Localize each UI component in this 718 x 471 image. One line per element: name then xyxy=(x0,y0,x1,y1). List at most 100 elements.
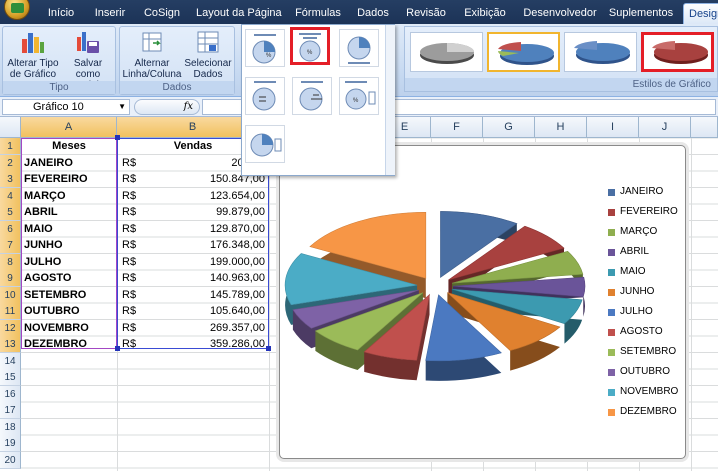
row-header[interactable]: 19 xyxy=(0,435,21,452)
row-header[interactable]: 7 xyxy=(0,237,21,254)
row-header[interactable]: 16 xyxy=(0,385,21,403)
row-header[interactable]: 11 xyxy=(0,303,21,320)
svg-text:%: % xyxy=(307,50,313,56)
row-header[interactable]: 9 xyxy=(0,270,21,287)
tab-dados[interactable]: Dados xyxy=(354,3,392,24)
pie-chart-plot[interactable] xyxy=(280,146,610,446)
row-header[interactable]: 12 xyxy=(0,319,21,337)
tab-revisao[interactable]: Revisão xyxy=(405,3,447,24)
name-box[interactable]: Gráfico 10 ▼ xyxy=(2,99,130,115)
col-header-a[interactable]: A xyxy=(21,117,117,138)
row-header[interactable]: 5 xyxy=(0,204,21,221)
legend-item-agosto[interactable]: AGOSTO xyxy=(608,326,684,346)
ribbon-tab-bar: Início Inserir CoSign Layout da Página F… xyxy=(0,0,718,24)
legend-item-junho[interactable]: JUNHO xyxy=(608,286,684,306)
legend-key xyxy=(608,209,615,216)
tab-design[interactable]: Design xyxy=(683,3,718,24)
chevron-down-icon[interactable]: ▼ xyxy=(118,100,126,114)
col-header-j[interactable]: J xyxy=(639,117,691,138)
row-header[interactable]: 17 xyxy=(0,402,21,419)
tab-layout-da-pagina[interactable]: Layout da Página xyxy=(196,3,282,24)
chart-area[interactable]: JANEIRO FEVEREIRO MARÇO ABRIL MAIO JUNHO JULHO… xyxy=(279,145,686,459)
legend-label: SETEMBRO xyxy=(620,346,677,357)
legend-key xyxy=(608,229,615,236)
legend-label: FEVEREIRO xyxy=(620,206,678,217)
col-header-k[interactable] xyxy=(691,117,718,138)
legend-label: MAIO xyxy=(620,266,646,277)
tab-desenvolvedor[interactable]: Desenvolvedor xyxy=(522,3,598,24)
layout-option-4[interactable] xyxy=(245,77,285,115)
row-header[interactable]: 6 xyxy=(0,220,21,238)
range-handle[interactable] xyxy=(115,135,120,140)
legend-item-janeiro[interactable]: JANEIRO xyxy=(608,186,684,206)
col-header-f[interactable]: F xyxy=(431,117,483,138)
tab-suplementos[interactable]: Suplementos xyxy=(608,3,674,24)
row-header[interactable]: 18 xyxy=(0,418,21,436)
col-header-i[interactable]: I xyxy=(587,117,639,138)
legend-item-dezembro[interactable]: DEZEMBRO xyxy=(608,406,684,426)
row-header[interactable]: 10 xyxy=(0,286,21,304)
tab-inicio[interactable]: Início xyxy=(44,3,78,24)
range-handle[interactable] xyxy=(115,346,120,351)
gridline xyxy=(269,138,270,471)
tab-exibicao[interactable]: Exibição xyxy=(461,3,509,24)
legend-item-julho[interactable]: JULHO xyxy=(608,306,684,326)
insert-function-button[interactable]: fx xyxy=(134,99,200,115)
legend-key xyxy=(608,189,615,196)
row-header[interactable]: 15 xyxy=(0,369,21,386)
legend-label: NOVEMBRO xyxy=(620,386,679,397)
select-data-button[interactable]: Selecionar Dados xyxy=(182,29,234,80)
change-chart-type-button[interactable]: Alterar Tipo de Gráfico xyxy=(6,29,60,80)
layout-option-3[interactable] xyxy=(339,29,379,67)
chart-legend[interactable]: JANEIRO FEVEREIRO MARÇO ABRIL MAIO JUNHO JULHO… xyxy=(608,186,684,426)
switch-row-column-icon xyxy=(139,29,165,55)
switch-row-column-button[interactable]: Alternar Linha/Coluna xyxy=(122,29,182,80)
chart-layout-gallery[interactable]: % % % xyxy=(241,24,395,176)
chart-style-3[interactable] xyxy=(564,32,637,72)
col-header-h[interactable]: H xyxy=(535,117,587,138)
layout-option-5[interactable] xyxy=(292,77,332,115)
chart-style-1[interactable] xyxy=(410,32,483,72)
row-header[interactable]: 2 xyxy=(0,154,21,172)
col-header-g[interactable]: G xyxy=(483,117,535,138)
switch-row-column-label: Alternar Linha/Coluna xyxy=(122,58,182,80)
row-header[interactable]: 4 xyxy=(0,187,21,205)
office-button[interactable] xyxy=(4,0,30,20)
chart-style-2[interactable] xyxy=(487,32,560,72)
select-all-corner[interactable] xyxy=(0,117,21,138)
selected-range-a xyxy=(21,138,117,349)
legend-item-fevereiro[interactable]: FEVEREIRO xyxy=(608,206,684,226)
row-header[interactable]: 20 xyxy=(0,451,21,469)
legend-item-abril[interactable]: ABRIL xyxy=(608,246,684,266)
legend-item-novembro[interactable]: NOVEMBRO xyxy=(608,386,684,406)
legend-item-setembro[interactable]: SETEMBRO xyxy=(608,346,684,366)
layout-option-2[interactable]: % xyxy=(290,27,330,65)
row-header[interactable]: 8 xyxy=(0,253,21,271)
row-header[interactable]: 1 xyxy=(0,138,21,155)
legend-item-outubro[interactable]: OUTUBRO xyxy=(608,366,684,386)
gallery-scrollbar[interactable] xyxy=(385,25,395,175)
layout-option-1[interactable]: % xyxy=(245,29,285,67)
chart-styles-group: Estilos de Gráfico xyxy=(404,26,718,92)
chart-style-4[interactable] xyxy=(641,32,714,72)
row-header[interactable]: 14 xyxy=(0,352,21,370)
tab-cosign[interactable]: CoSign xyxy=(141,3,183,24)
legend-key xyxy=(608,369,615,376)
row-header[interactable]: 3 xyxy=(0,171,21,188)
layout-option-7[interactable] xyxy=(245,125,285,163)
legend-label: JULHO xyxy=(620,306,653,317)
range-handle[interactable] xyxy=(266,346,271,351)
legend-key xyxy=(608,409,615,416)
group-dados: Alternar Linha/Coluna Selecionar Dados D… xyxy=(119,26,235,95)
legend-item-março[interactable]: MARÇO xyxy=(608,226,684,246)
office-logo-icon xyxy=(11,3,24,13)
row-header[interactable]: 13 xyxy=(0,336,21,353)
group-estilos-label: Estilos de Gráfico xyxy=(405,78,717,91)
group-tipo-label: Tipo xyxy=(3,81,115,94)
legend-key xyxy=(608,249,615,256)
legend-item-maio[interactable]: MAIO xyxy=(608,266,684,286)
legend-key xyxy=(608,309,615,316)
tab-formulas[interactable]: Fórmulas xyxy=(291,3,345,24)
layout-option-6[interactable]: % xyxy=(339,77,379,115)
tab-inserir[interactable]: Inserir xyxy=(90,3,130,24)
